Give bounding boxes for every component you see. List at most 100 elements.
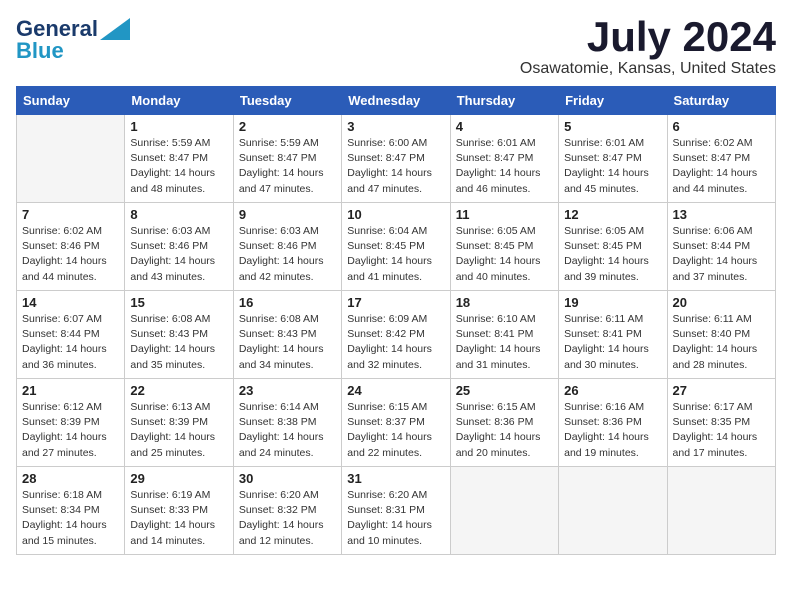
- calendar-cell: 20 Sunrise: 6:11 AMSunset: 8:40 PMDayligh…: [667, 291, 775, 379]
- calendar-week-row: 21Sunrise: 6:12 AMSunset: 8:39 PMDayligh…: [17, 379, 776, 467]
- day-number: 31: [347, 471, 444, 486]
- day-info: Sunrise: 6:04 AMSunset: 8:45 PMDaylight:…: [347, 224, 444, 285]
- calendar-cell: 21Sunrise: 6:12 AMSunset: 8:39 PMDayligh…: [17, 379, 125, 467]
- weekday-header: Friday: [559, 87, 667, 115]
- day-info: Sunrise: 6:03 AMSunset: 8:46 PMDaylight:…: [130, 224, 227, 285]
- calendar-table: SundayMondayTuesdayWednesdayThursdayFrid…: [16, 86, 776, 555]
- calendar-cell: 1Sunrise: 5:59 AMSunset: 8:47 PMDaylight…: [125, 115, 233, 203]
- day-info: Sunrise: 5:59 AMSunset: 8:47 PMDaylight:…: [239, 136, 336, 197]
- day-info: Sunrise: 6:11 AMSunset: 8:40 PMDaylight:…: [673, 312, 770, 373]
- day-info: Sunrise: 6:08 AMSunset: 8:43 PMDaylight:…: [130, 312, 227, 373]
- day-number: 15: [130, 295, 227, 310]
- day-number: 10: [347, 207, 444, 222]
- calendar-cell: 27 Sunrise: 6:17 AMSunset: 8:35 PMDayligh…: [667, 379, 775, 467]
- calendar-cell: 13 Sunrise: 6:06 AMSunset: 8:44 PMDayligh…: [667, 203, 775, 291]
- calendar-cell: 4Sunrise: 6:01 AMSunset: 8:47 PMDaylight…: [450, 115, 558, 203]
- day-info: Sunrise: 6:10 AMSunset: 8:41 PMDaylight:…: [456, 312, 553, 373]
- calendar-cell: 17Sunrise: 6:09 AMSunset: 8:42 PMDayligh…: [342, 291, 450, 379]
- calendar-cell: 30Sunrise: 6:20 AMSunset: 8:32 PMDayligh…: [233, 467, 341, 555]
- calendar-cell: 16 Sunrise: 6:08 AMSunset: 8:43 PMDayligh…: [233, 291, 341, 379]
- day-number: 27: [673, 383, 770, 398]
- day-number: 3: [347, 119, 444, 134]
- day-number: 23: [239, 383, 336, 398]
- calendar-cell: 28 Sunrise: 6:18 AMSunset: 8:34 PMDayligh…: [17, 467, 125, 555]
- day-number: 11: [456, 207, 553, 222]
- calendar-cell: 15 Sunrise: 6:08 AMSunset: 8:43 PMDayligh…: [125, 291, 233, 379]
- day-info: Sunrise: 6:08 AMSunset: 8:43 PMDaylight:…: [239, 312, 336, 373]
- day-info: Sunrise: 6:00 AMSunset: 8:47 PMDaylight:…: [347, 136, 444, 197]
- calendar-week-row: 14 Sunrise: 6:07 AMSunset: 8:44 PMDayligh…: [17, 291, 776, 379]
- day-number: 29: [130, 471, 227, 486]
- calendar-cell: 12 Sunrise: 6:05 AMSunset: 8:45 PMDayligh…: [559, 203, 667, 291]
- calendar-cell: 25 Sunrise: 6:15 AMSunset: 8:36 PMDayligh…: [450, 379, 558, 467]
- day-number: 22: [130, 383, 227, 398]
- day-info: Sunrise: 6:05 AMSunset: 8:45 PMDaylight:…: [564, 224, 661, 285]
- logo: General Blue: [16, 16, 130, 64]
- day-info: Sunrise: 6:16 AMSunset: 8:36 PMDaylight:…: [564, 400, 661, 461]
- day-number: 13: [673, 207, 770, 222]
- calendar-cell: 18 Sunrise: 6:10 AMSunset: 8:41 PMDayligh…: [450, 291, 558, 379]
- day-number: 8: [130, 207, 227, 222]
- day-number: 25: [456, 383, 553, 398]
- calendar-cell: 10 Sunrise: 6:04 AMSunset: 8:45 PMDayligh…: [342, 203, 450, 291]
- calendar-cell: 11Sunrise: 6:05 AMSunset: 8:45 PMDayligh…: [450, 203, 558, 291]
- day-number: 16: [239, 295, 336, 310]
- day-info: Sunrise: 6:20 AMSunset: 8:32 PMDaylight:…: [239, 488, 336, 549]
- calendar-week-row: 1Sunrise: 5:59 AMSunset: 8:47 PMDaylight…: [17, 115, 776, 203]
- calendar-cell: 9 Sunrise: 6:03 AMSunset: 8:46 PMDaylight…: [233, 203, 341, 291]
- calendar-cell: 6 Sunrise: 6:02 AMSunset: 8:47 PMDaylight…: [667, 115, 775, 203]
- calendar-cell: [559, 467, 667, 555]
- day-info: Sunrise: 6:06 AMSunset: 8:44 PMDaylight:…: [673, 224, 770, 285]
- weekday-header-row: SundayMondayTuesdayWednesdayThursdayFrid…: [17, 87, 776, 115]
- day-number: 18: [456, 295, 553, 310]
- calendar-cell: [450, 467, 558, 555]
- day-info: Sunrise: 6:18 AMSunset: 8:34 PMDaylight:…: [22, 488, 119, 549]
- calendar-cell: 29Sunrise: 6:19 AMSunset: 8:33 PMDayligh…: [125, 467, 233, 555]
- weekday-header: Wednesday: [342, 87, 450, 115]
- day-number: 28: [22, 471, 119, 486]
- calendar-week-row: 7 Sunrise: 6:02 AMSunset: 8:46 PMDaylight…: [17, 203, 776, 291]
- calendar-cell: 8 Sunrise: 6:03 AMSunset: 8:46 PMDaylight…: [125, 203, 233, 291]
- day-number: 24: [347, 383, 444, 398]
- calendar-cell: 22 Sunrise: 6:13 AMSunset: 8:39 PMDayligh…: [125, 379, 233, 467]
- calendar-header: General Blue July 2024 Osawatomie, Kansa…: [16, 16, 776, 78]
- day-number: 21: [22, 383, 119, 398]
- day-info: Sunrise: 6:02 AMSunset: 8:47 PMDaylight:…: [673, 136, 770, 197]
- day-number: 20: [673, 295, 770, 310]
- calendar-week-row: 28 Sunrise: 6:18 AMSunset: 8:34 PMDayligh…: [17, 467, 776, 555]
- day-number: 9: [239, 207, 336, 222]
- calendar-cell: 7 Sunrise: 6:02 AMSunset: 8:46 PMDaylight…: [17, 203, 125, 291]
- calendar-cell: 2Sunrise: 5:59 AMSunset: 8:47 PMDaylight…: [233, 115, 341, 203]
- day-info: Sunrise: 6:14 AMSunset: 8:38 PMDaylight:…: [239, 400, 336, 461]
- day-info: Sunrise: 6:15 AMSunset: 8:36 PMDaylight:…: [456, 400, 553, 461]
- logo-icon: [100, 18, 130, 40]
- calendar-cell: 26Sunrise: 6:16 AMSunset: 8:36 PMDayligh…: [559, 379, 667, 467]
- day-number: 12: [564, 207, 661, 222]
- day-info: Sunrise: 6:09 AMSunset: 8:42 PMDaylight:…: [347, 312, 444, 373]
- day-number: 7: [22, 207, 119, 222]
- month-title: July 2024: [520, 16, 776, 58]
- day-info: Sunrise: 6:02 AMSunset: 8:46 PMDaylight:…: [22, 224, 119, 285]
- title-area: July 2024 Osawatomie, Kansas, United Sta…: [520, 16, 776, 78]
- day-number: 14: [22, 295, 119, 310]
- day-info: Sunrise: 6:13 AMSunset: 8:39 PMDaylight:…: [130, 400, 227, 461]
- day-info: Sunrise: 6:07 AMSunset: 8:44 PMDaylight:…: [22, 312, 119, 373]
- calendar-cell: [667, 467, 775, 555]
- day-number: 4: [456, 119, 553, 134]
- day-number: 6: [673, 119, 770, 134]
- weekday-header: Monday: [125, 87, 233, 115]
- day-info: Sunrise: 6:15 AMSunset: 8:37 PMDaylight:…: [347, 400, 444, 461]
- logo-blue: Blue: [16, 38, 64, 64]
- calendar-cell: [17, 115, 125, 203]
- calendar-cell: 23 Sunrise: 6:14 AMSunset: 8:38 PMDayligh…: [233, 379, 341, 467]
- weekday-header: Sunday: [17, 87, 125, 115]
- weekday-header: Thursday: [450, 87, 558, 115]
- day-info: Sunrise: 6:17 AMSunset: 8:35 PMDaylight:…: [673, 400, 770, 461]
- location-title: Osawatomie, Kansas, United States: [520, 60, 776, 78]
- day-info: Sunrise: 6:03 AMSunset: 8:46 PMDaylight:…: [239, 224, 336, 285]
- day-number: 5: [564, 119, 661, 134]
- calendar-cell: 19 Sunrise: 6:11 AMSunset: 8:41 PMDayligh…: [559, 291, 667, 379]
- day-info: Sunrise: 6:11 AMSunset: 8:41 PMDaylight:…: [564, 312, 661, 373]
- day-number: 19: [564, 295, 661, 310]
- calendar-cell: 24 Sunrise: 6:15 AMSunset: 8:37 PMDayligh…: [342, 379, 450, 467]
